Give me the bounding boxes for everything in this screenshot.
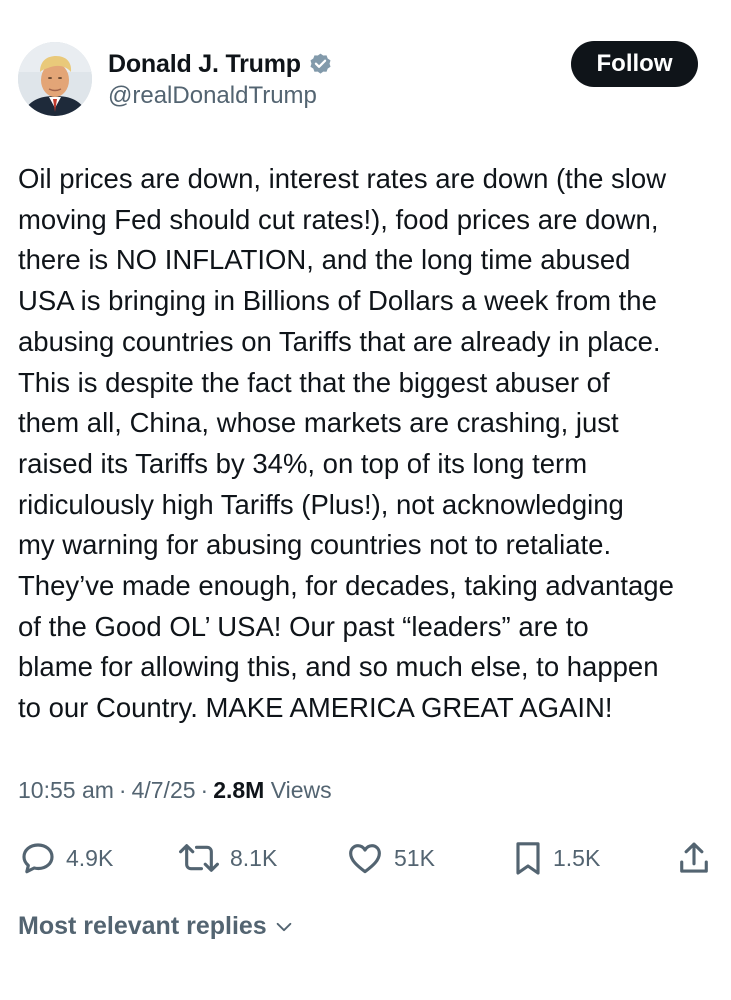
post-text-line: to our Country. MAKE AMERICA GREAT AGAIN…: [18, 692, 613, 724]
replies-sort-label: Most relevant replies: [18, 912, 267, 940]
speech-bubble-icon: [22, 843, 54, 874]
post-text-line: raised its Tariffs by 34%, on top of its…: [18, 447, 588, 479]
post-text-line: Oil prices are down, interest rates are …: [18, 163, 667, 194]
share-upload-icon: [680, 842, 708, 873]
meta-separator: ·: [200, 777, 209, 803]
bookmark-button[interactable]: 1.5K: [511, 836, 600, 880]
post-text-line: abusing countries on Tariffs that are al…: [18, 325, 661, 357]
post-text-line: moving Fed should cut rates!), food pric…: [18, 203, 659, 235]
share-button[interactable]: [676, 836, 712, 880]
author-display-name[interactable]: Donald J. Trump: [108, 50, 301, 79]
post-text-line: there is NO INFLATION, and the long time…: [18, 244, 631, 276]
post-date[interactable]: 4/7/25: [132, 777, 196, 803]
avatar-image: [18, 42, 92, 116]
post-text-line: ridiculously high Tariffs (Plus!), not a…: [18, 488, 624, 520]
meta-separator: ·: [118, 777, 127, 803]
post-time[interactable]: 10:55 am: [18, 777, 114, 803]
action-bar: 4.9K 8.1K 51K 1.5K: [0, 836, 731, 880]
views-label: Views: [270, 777, 332, 803]
bookmark-count: 1.5K: [553, 844, 601, 871]
replies-sort-dropdown[interactable]: Most relevant replies: [18, 912, 295, 941]
post-text-line: my warning for abusing countries not to …: [18, 529, 612, 561]
post-text-line: They’ve made enough, for decades, taking…: [18, 570, 674, 602]
post-text-line: USA is bringing in Billions of Dollars a…: [18, 285, 657, 317]
heart-icon: [349, 844, 381, 874]
repost-button[interactable]: 8.1K: [176, 836, 277, 880]
repost-count: 8.1K: [230, 844, 278, 871]
author-name-row: Donald J. Trump: [108, 49, 333, 79]
like-count: 51K: [394, 844, 435, 871]
post-meta: 10:55 am · 4/7/25 · 2.8M Views: [18, 777, 332, 804]
post-text-line: blame for allowing this, and so much els…: [18, 651, 659, 683]
like-button[interactable]: 51K: [344, 836, 435, 880]
post-text: Oil prices are down, interest rates are …: [18, 159, 718, 729]
reply-button[interactable]: 4.9K: [18, 836, 113, 880]
post-text-line: them all, China, whose markets are crash…: [18, 407, 619, 439]
author-handle[interactable]: @realDonaldTrump: [108, 82, 317, 110]
bookmark-icon: [516, 842, 540, 875]
verified-badge-icon[interactable]: [308, 52, 333, 77]
post-text-line: of the Good OL’ USA! Our past “leaders” …: [18, 610, 589, 642]
avatar[interactable]: [18, 42, 92, 116]
reply-count: 4.9K: [66, 844, 114, 871]
repost-arrows-icon: [179, 844, 219, 872]
chevron-down-icon: [276, 922, 292, 931]
follow-button[interactable]: Follow: [571, 41, 698, 87]
post-text-line: This is despite the fact that the bigges…: [18, 366, 610, 398]
views-count: 2.8M: [213, 777, 265, 803]
